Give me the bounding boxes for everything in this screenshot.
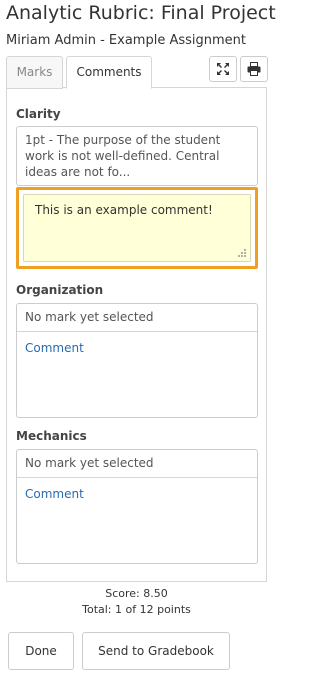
- comment-focus-highlight: This is an example comment!: [16, 187, 258, 269]
- expand-button[interactable]: [209, 56, 237, 82]
- mark-description: 1pt - The purpose of the student work is…: [25, 133, 221, 179]
- section-label-mechanics: Mechanics: [16, 429, 87, 443]
- tab-comments[interactable]: Comments: [66, 56, 152, 89]
- page-subtitle: Miriam Admin - Example Assignment: [6, 33, 247, 48]
- expand-icon: [217, 63, 229, 75]
- comment-value: This is an example comment!: [35, 203, 213, 217]
- comment-link-organization[interactable]: Comment: [17, 332, 257, 364]
- selected-mark-organization[interactable]: No mark yet selected: [17, 304, 257, 332]
- done-button[interactable]: Done: [8, 632, 74, 670]
- total-line: Total: 1 of 12 points: [82, 603, 191, 616]
- tab-marks[interactable]: Marks: [6, 56, 63, 89]
- score-summary: Score: 8.50 Total: 1 of 12 points: [0, 586, 273, 618]
- section-label-clarity: Clarity: [16, 107, 61, 121]
- page-title: Analytic Rubric: Final Project: [6, 2, 276, 24]
- section-box-organization: No mark yet selected Comment: [16, 303, 258, 418]
- selected-mark-mechanics[interactable]: No mark yet selected: [17, 450, 257, 478]
- comment-textarea-clarity[interactable]: This is an example comment!: [23, 194, 251, 262]
- print-button[interactable]: [240, 56, 268, 82]
- send-to-gradebook-button[interactable]: Send to Gradebook: [82, 632, 230, 670]
- selected-mark-clarity[interactable]: 1pt - The purpose of the student work is…: [16, 126, 258, 186]
- comment-link-mechanics[interactable]: Comment: [17, 478, 257, 510]
- score-line: Score: 8.50: [105, 587, 168, 600]
- resize-grip-icon[interactable]: [237, 248, 247, 258]
- section-box-mechanics: No mark yet selected Comment: [16, 449, 258, 564]
- print-icon: [247, 62, 261, 76]
- section-label-organization: Organization: [16, 283, 104, 297]
